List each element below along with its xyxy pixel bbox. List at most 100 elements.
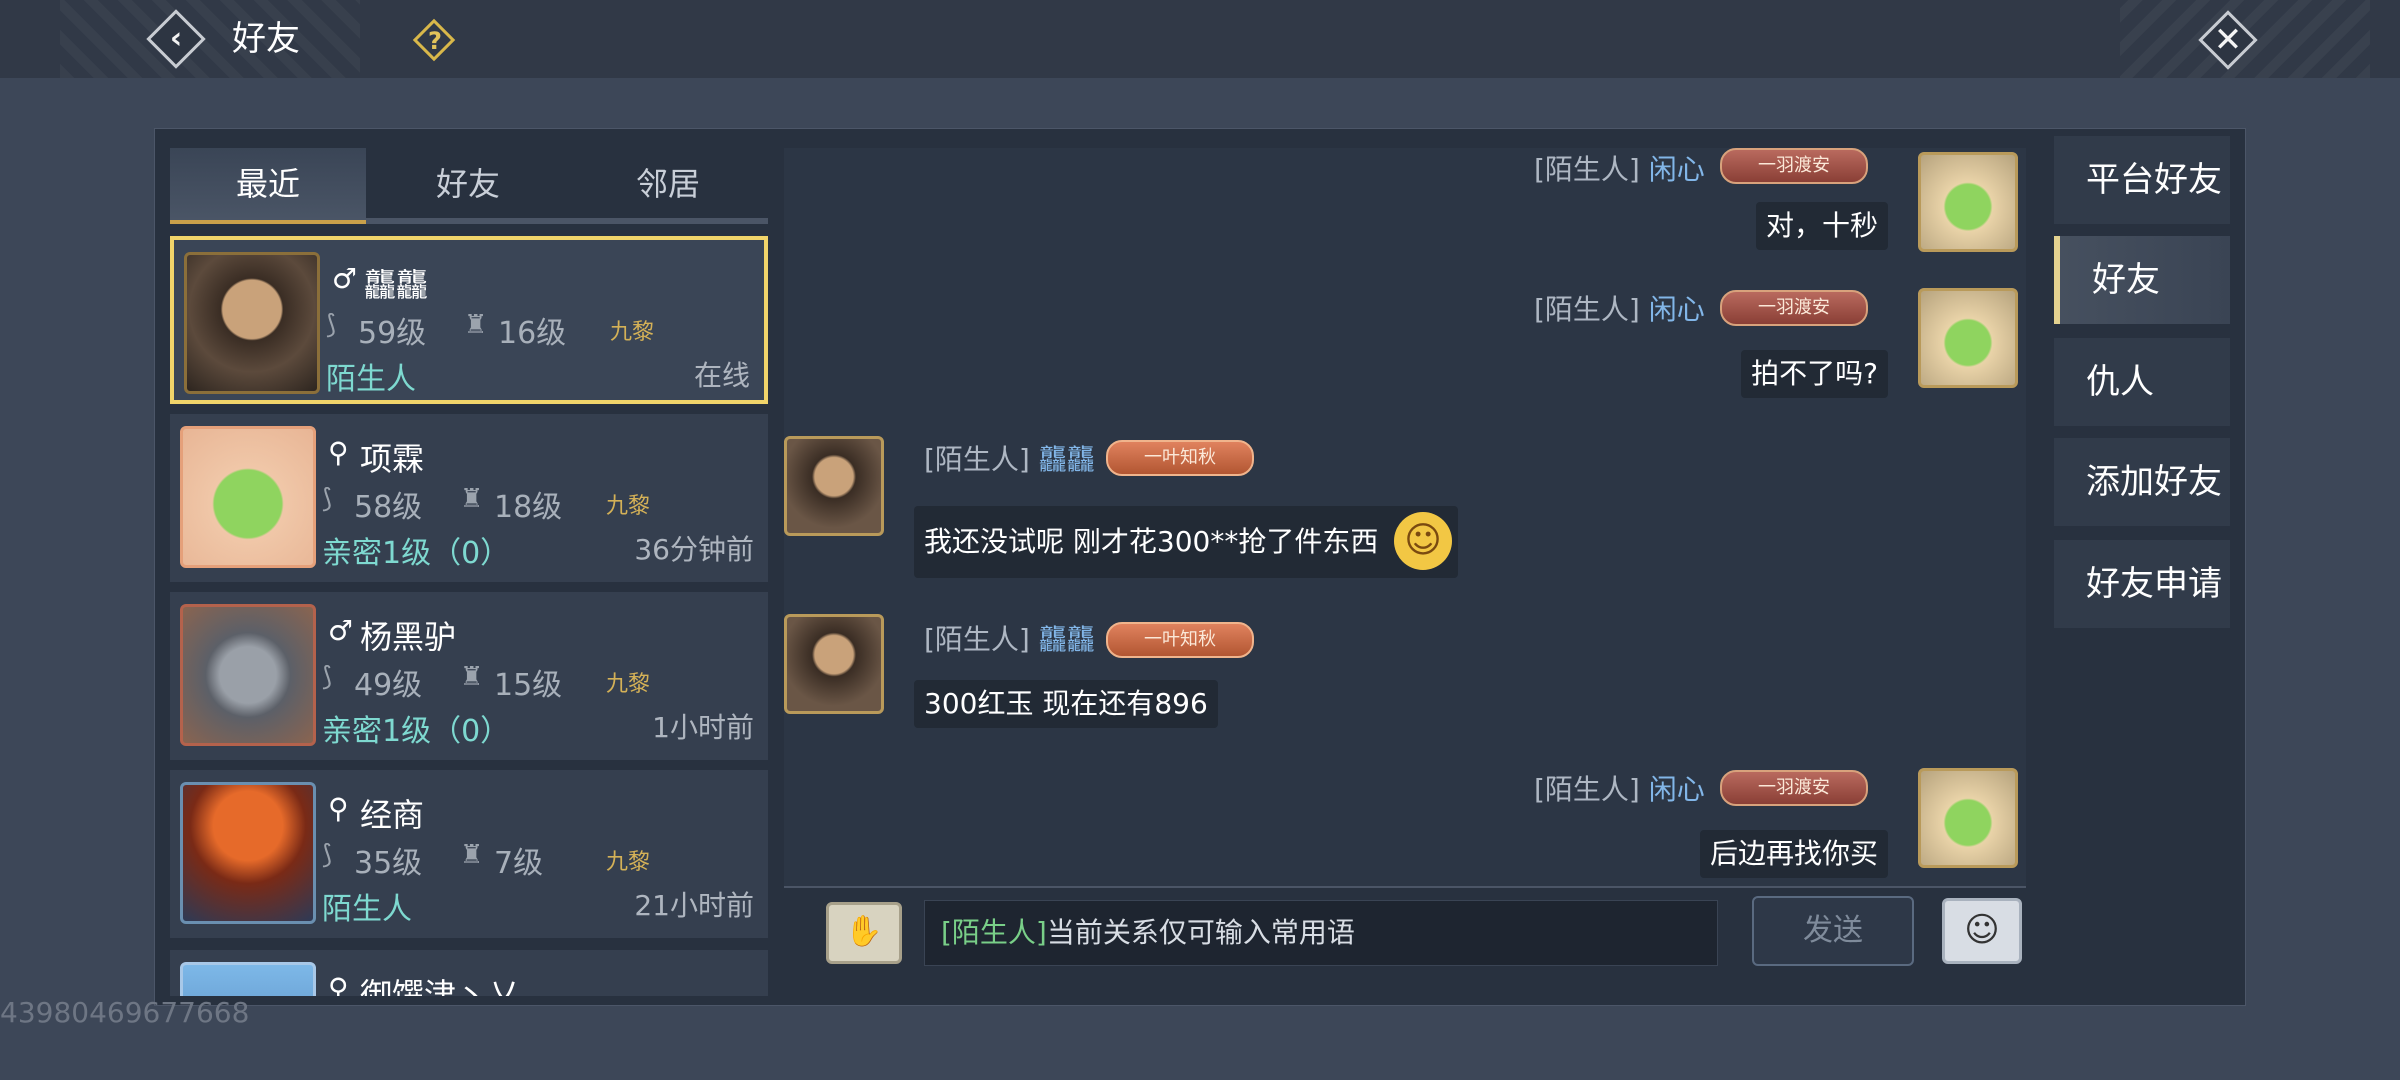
friend-status: 36分钟前 bbox=[634, 533, 754, 566]
rank-icon: ♜ bbox=[460, 662, 484, 692]
rank-icon: ♜ bbox=[464, 310, 488, 340]
chat-input[interactable]: [陌生人]当前关系仅可输入常用语 bbox=[924, 900, 1718, 966]
male-icon: ♂ bbox=[328, 614, 354, 647]
friend-tabs: 最近 好友 邻居 bbox=[170, 148, 768, 224]
menu-friend-requests[interactable]: 好友申请 bbox=[2054, 540, 2230, 628]
close-button[interactable]: ✕ bbox=[2196, 8, 2260, 72]
help-button[interactable]: ? bbox=[412, 18, 458, 64]
sender-name: 闲心 bbox=[1648, 153, 1705, 186]
clan-tag: 九黎 bbox=[606, 672, 651, 697]
friend-relation: 亲密1级（0） bbox=[322, 536, 511, 571]
friend-level: 59级 bbox=[358, 316, 427, 351]
sender-name: 龘龘 bbox=[1038, 443, 1095, 476]
friend-list[interactable]: ♂ 龘龘 ⟆ 59级 ♜ 16级 九黎 陌生人 在线 ⚲ 项霖 ⟆ 58级 ♜ … bbox=[170, 234, 768, 996]
chat-avatar[interactable] bbox=[1918, 288, 2018, 388]
title-badge: 一羽渡安 bbox=[1720, 290, 1868, 326]
clan-tag: 九黎 bbox=[606, 494, 651, 519]
rank-icon: ♜ bbox=[460, 840, 484, 870]
avatar bbox=[184, 252, 320, 394]
tab-friends[interactable]: 好友 bbox=[370, 148, 566, 224]
stranger-label: [陌生人] bbox=[924, 623, 1030, 656]
message-header: [陌生人] 龘龘 bbox=[924, 438, 1095, 478]
back-arrow-icon: ‹ bbox=[169, 21, 183, 56]
menu-enemies[interactable]: 仇人 bbox=[2054, 338, 2230, 426]
chat-avatar[interactable] bbox=[784, 614, 884, 714]
clan-tag: 九黎 bbox=[606, 850, 651, 875]
friend-relation: 亲密1级（0） bbox=[322, 714, 511, 749]
top-bar: ‹ 好友 ? ✕ bbox=[0, 0, 2400, 78]
friend-status: 1小时前 bbox=[652, 711, 754, 744]
message-header: [陌生人] 闲心 bbox=[1534, 288, 1705, 328]
title-badge: 一羽渡安 bbox=[1720, 770, 1868, 806]
sender-name: 闲心 bbox=[1648, 293, 1705, 326]
friend-item[interactable]: ⚲ 御馔津丶乂 bbox=[170, 950, 768, 996]
level-icon: ⟆ bbox=[322, 484, 333, 514]
friend-rank: 7级 bbox=[494, 846, 544, 881]
voice-button[interactable]: ✋ bbox=[826, 902, 902, 964]
watermark-id: 43980469677668 bbox=[0, 996, 250, 1029]
stranger-label: [陌生人] bbox=[1534, 773, 1640, 806]
tab-neighbors[interactable]: 邻居 bbox=[570, 148, 766, 224]
friend-level: 35级 bbox=[354, 846, 423, 881]
friend-item[interactable]: ⚲ 项霖 ⟆ 58级 ♜ 18级 九黎 亲密1级（0） 36分钟前 bbox=[170, 414, 768, 582]
level-icon: ⟆ bbox=[326, 310, 337, 340]
avatar bbox=[180, 426, 316, 568]
top-bar-pattern-left bbox=[60, 0, 360, 78]
menu-platform-friends[interactable]: 平台好友 bbox=[2054, 136, 2230, 224]
chat-bubble: 后边再找你买 bbox=[1699, 830, 1888, 878]
tab-recent[interactable]: 最近 bbox=[170, 148, 366, 224]
input-hint: 当前关系仅可输入常用语 bbox=[1046, 916, 1355, 949]
menu-add-friend[interactable]: 添加好友 bbox=[2054, 438, 2230, 526]
friend-level: 58级 bbox=[354, 490, 423, 525]
title-badge: 一叶知秋 bbox=[1106, 440, 1254, 476]
friend-name: 项霖 bbox=[360, 440, 425, 478]
emoji-button[interactable]: ☺ bbox=[1942, 898, 2022, 964]
friend-relation: 陌生人 bbox=[326, 362, 416, 397]
close-icon: ✕ bbox=[2213, 20, 2243, 60]
send-button[interactable]: 发送 bbox=[1752, 896, 1914, 966]
chat-avatar[interactable] bbox=[1918, 768, 2018, 868]
chat-bubble: 我还没试呢 刚才花300**抢了件东西 bbox=[914, 506, 1459, 578]
title-badge: 一羽渡安 bbox=[1720, 148, 1868, 184]
friend-item[interactable]: ⚲ 经商 ⟆ 35级 ♜ 7级 九黎 陌生人 21小时前 bbox=[170, 770, 768, 938]
friend-level: 49级 bbox=[354, 668, 423, 703]
clan-tag: 九黎 bbox=[610, 320, 655, 345]
friend-status: 在线 bbox=[693, 359, 750, 392]
back-button[interactable]: ‹ bbox=[145, 8, 207, 70]
stranger-label: [陌生人] bbox=[1534, 293, 1640, 326]
avatar bbox=[180, 962, 316, 996]
avatar bbox=[180, 782, 316, 924]
friend-name: 杨黑驴 bbox=[360, 618, 457, 656]
chat-avatar[interactable] bbox=[784, 436, 884, 536]
avatar bbox=[180, 604, 316, 746]
rank-icon: ♜ bbox=[460, 484, 484, 514]
friend-rank: 16级 bbox=[498, 316, 567, 351]
friend-name: 经商 bbox=[360, 796, 425, 834]
question-icon: ? bbox=[428, 27, 442, 55]
gender-icon: ⚲ bbox=[328, 436, 349, 469]
friend-rank: 15级 bbox=[494, 668, 563, 703]
message-header: [陌生人] 龘龘 bbox=[924, 618, 1095, 658]
friend-rank: 18级 bbox=[494, 490, 563, 525]
chat-area[interactable]: [陌生人] 闲心 一羽渡安 对，十秒 [陌生人] 闲心 一羽渡安 拍不了吗? [… bbox=[784, 148, 2026, 888]
sweat-emoji-icon: ☺ bbox=[1394, 512, 1452, 570]
chat-bubble: 对，十秒 bbox=[1755, 202, 1888, 250]
message-header: [陌生人] 闲心 bbox=[1534, 148, 1705, 188]
sender-name: 闲心 bbox=[1648, 773, 1705, 806]
friend-item[interactable]: ♂ 杨黑驴 ⟆ 49级 ♜ 15级 九黎 亲密1级（0） 1小时前 bbox=[170, 592, 768, 760]
friend-relation: 陌生人 bbox=[322, 892, 412, 927]
friend-item[interactable]: ♂ 龘龘 ⟆ 59级 ♜ 16级 九黎 陌生人 在线 bbox=[170, 236, 768, 404]
level-icon: ⟆ bbox=[322, 662, 333, 692]
gender-icon: ⚲ bbox=[328, 972, 349, 996]
level-icon: ⟆ bbox=[322, 840, 333, 870]
stranger-label: [陌生人] bbox=[924, 443, 1030, 476]
menu-friends[interactable]: 好友 bbox=[2054, 236, 2230, 324]
gender-icon: ⚲ bbox=[328, 792, 349, 825]
message-header: [陌生人] 闲心 bbox=[1534, 768, 1705, 808]
friend-name: 龘龘 bbox=[364, 266, 429, 304]
chat-bubble: 300红玉 现在还有896 bbox=[914, 680, 1218, 728]
chat-avatar[interactable] bbox=[1918, 152, 2018, 252]
input-prefix: [陌生人] bbox=[941, 916, 1047, 949]
chat-divider bbox=[784, 886, 2026, 888]
microphone-icon: ✋ bbox=[845, 914, 883, 949]
